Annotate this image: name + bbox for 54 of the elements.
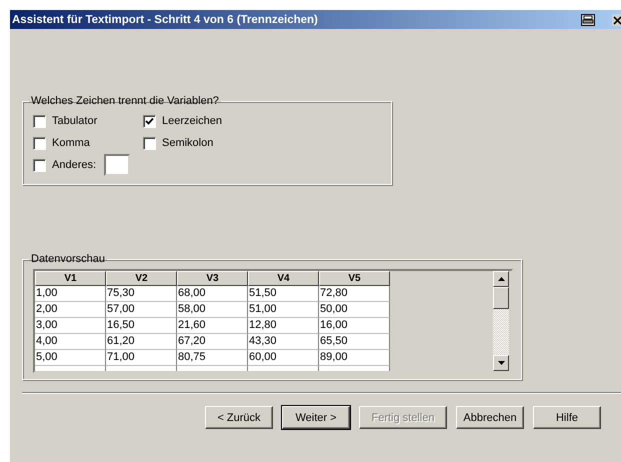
table-cell: 3,00 [35, 318, 106, 334]
table-cell: 57,00 [106, 302, 177, 318]
table-cell: 65,50 [319, 334, 390, 350]
table-cell: 2,00 [35, 302, 106, 318]
table-cell: 51,00 [248, 302, 319, 318]
checkbox[interactable] [33, 114, 46, 128]
checkbox-label[interactable]: Semikolon [162, 137, 214, 149]
checkbox[interactable] [143, 136, 156, 150]
table-cell: 80,75 [177, 350, 248, 366]
table-cell: 71,00 [106, 350, 177, 366]
input-field[interactable] [104, 154, 130, 176]
checkbox[interactable] [33, 158, 46, 172]
printer-icon[interactable] [581, 14, 595, 26]
table-cell: 89,00 [319, 350, 390, 366]
table-cell: 68,00 [177, 286, 248, 302]
dialog-button[interactable]: Weiter > [282, 406, 350, 429]
table-cell: 21,60 [177, 318, 248, 334]
checkbox-label[interactable]: Tabulator [52, 115, 98, 127]
table-cell: 43,30 [248, 334, 319, 350]
table-cell: 4,00 [35, 334, 106, 350]
dialog-button[interactable]: Hilfe [533, 406, 601, 429]
table-cell: 12,80 [248, 318, 319, 334]
checkbox-label[interactable]: Anderes: [52, 159, 96, 171]
table-cell: 16,00 [319, 318, 390, 334]
checkbox[interactable] [33, 136, 46, 150]
column-header[interactable]: V4 [248, 271, 319, 286]
dialog-button[interactable]: < Zurück [205, 406, 273, 429]
column-header[interactable]: V2 [106, 271, 177, 286]
table-cell: 72,80 [319, 286, 390, 302]
column-header[interactable]: V1 [35, 271, 106, 286]
column-header[interactable]: V5 [319, 271, 390, 286]
table-cell: 58,00 [177, 302, 248, 318]
table-cell: 67,20 [177, 334, 248, 350]
checkbox-label[interactable]: Komma [52, 137, 90, 149]
window-title: Assistent für Textimport - Schritt 4 von 6 (Trennzeichen) [12, 14, 319, 26]
scroll-thumb[interactable] [493, 287, 509, 309]
table-cell: 5,00 [35, 350, 106, 366]
up-arrow-icon[interactable] [498, 277, 504, 281]
table-cell: 60,00 [248, 350, 319, 366]
group-label: Datenvorschau [30, 253, 106, 265]
table-cell: 75,30 [106, 286, 177, 302]
column-header[interactable]: V3 [177, 271, 248, 286]
scrollbar[interactable] [493, 271, 509, 371]
close-icon[interactable] [612, 14, 621, 26]
down-arrow-icon[interactable] [498, 361, 504, 365]
table-cell: 16,50 [106, 318, 177, 334]
group-label: Welches Zeichen trennt die Variablen? [30, 95, 220, 107]
dialog-button[interactable]: Abbrechen [456, 406, 524, 429]
checkbox[interactable] [143, 114, 156, 128]
table-cell: 61,20 [106, 334, 177, 350]
table-cell: 51,50 [248, 286, 319, 302]
table-cell: 50,00 [319, 302, 390, 318]
table-cell: 1,00 [35, 286, 106, 302]
checkbox-label[interactable]: Leerzeichen [162, 115, 222, 127]
